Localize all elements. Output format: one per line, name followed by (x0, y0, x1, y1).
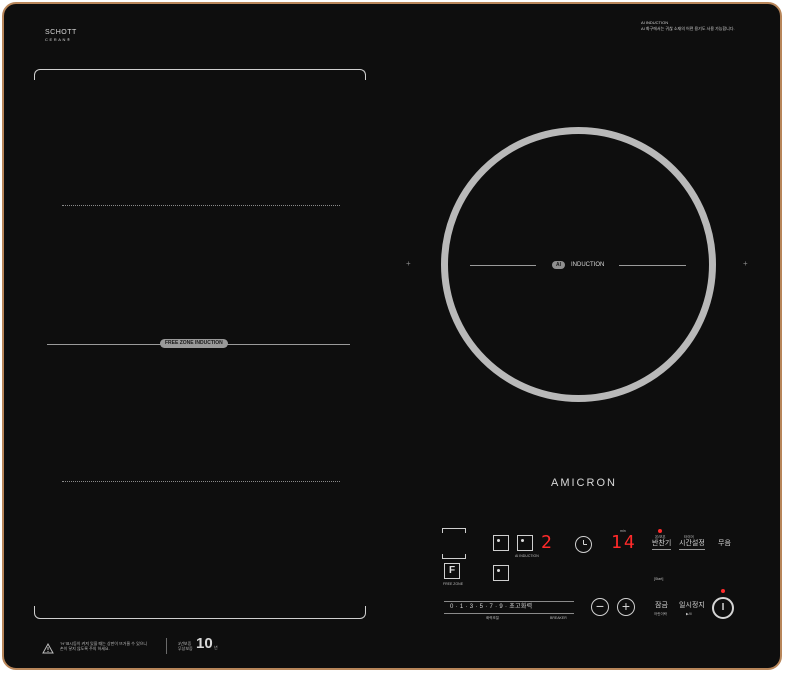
keep-warm-button[interactable]: 반찬기 (652, 540, 672, 550)
keep-warm-top-label: 온/보온 (655, 535, 666, 539)
power-scale[interactable]: 0 · 1 · 3 · 5 · 7 · 9 · 초고화력 (450, 604, 533, 611)
ai-zone-dot-1 (497, 539, 500, 542)
ai-note-body: AI 화구에서는 귀찮 소재의 어떤 용기도 사용 가능합니다. (641, 26, 735, 31)
ai-zone-line-right (619, 265, 686, 266)
free-zone-bottom-bracket (34, 606, 366, 619)
power-scale-top-line (444, 601, 574, 602)
brand-sub: CERAN® (45, 37, 72, 42)
start-caption: [Start] (654, 577, 664, 581)
warranty-number: 10 (196, 635, 213, 652)
free-zone-top-bracket (34, 69, 366, 80)
plus-button[interactable]: + (617, 598, 635, 616)
warning-line-2: 손이 닿지 않도록 주의 하세요. (60, 646, 110, 651)
warning-text: "H"표시등이 켜져 있을 때는 상판이 뜨거울 수 있으니 손이 닿지 않도록… (60, 641, 147, 651)
warranty-label: 3년보증 무상보증 (178, 641, 193, 651)
zone-select-button-3[interactable] (493, 565, 509, 581)
timer-set-button[interactable]: 시간설정 (679, 540, 705, 550)
timer-unit: min (620, 529, 626, 533)
power-scale-sub-right: BREAKER (550, 616, 567, 620)
ai-induction-note: AI INDUCTION AI 화구에서는 귀찮 소재의 어떤 용기도 사용 가… (641, 20, 771, 32)
free-zone-indicator-bottom (442, 554, 466, 559)
ai-badge: AI (552, 261, 565, 269)
keep-warm-indicator (658, 529, 662, 533)
warranty-sub: 무상보증 (178, 646, 193, 651)
ai-zone-label: INDUCTION (571, 262, 605, 268)
free-zone-label[interactable]: FREE ZONE INDUCTION (160, 339, 228, 348)
free-zone-lower-divider (62, 481, 340, 482)
free-zone-upper-divider (62, 205, 340, 206)
ai-zone-select-button-1[interactable] (493, 535, 509, 551)
minus-button[interactable]: − (591, 598, 609, 616)
free-zone-indicator-top (442, 528, 466, 533)
clock-icon[interactable] (575, 536, 592, 553)
free-zone-button[interactable]: F (444, 563, 460, 579)
power-button[interactable]: I (712, 597, 734, 619)
footer-divider (166, 638, 167, 654)
ai-zone-select-button-2[interactable] (517, 535, 533, 551)
timer-display: 14 (611, 532, 637, 553)
amicron-logo: AMICRON (551, 477, 617, 489)
power-indicator (721, 589, 725, 593)
ai-induction-caption: AI INDUCTION (515, 554, 539, 558)
free-zone-caption: FREE ZONE (443, 582, 464, 586)
power-scale-bottom-line (444, 613, 574, 614)
mute-button[interactable]: 무음 (718, 540, 731, 548)
warranty-unit: 년 (214, 645, 218, 650)
power-scale-sub-left: 화력조절 (486, 616, 499, 620)
ai-zone-line-left (470, 265, 536, 266)
timer-set-top-label: 타이머 (684, 535, 694, 539)
pause-sub-label: ▶/II (686, 612, 692, 616)
zone-dot-3 (497, 569, 500, 572)
ai-power-display: 2 (541, 532, 552, 553)
pause-button[interactable]: 일시정지 (679, 602, 705, 610)
plus-marker-left: + (406, 259, 411, 268)
plus-marker-right: + (743, 259, 748, 268)
brand-name: SCHOTT (45, 29, 77, 36)
schott-ceran-logo: SCHOTT CERAN® (45, 29, 77, 43)
warning-icon (42, 641, 54, 659)
lock-button[interactable]: 잠금 (655, 602, 668, 610)
ai-zone-dot-2 (521, 539, 524, 542)
lock-sub-label: 어린이락 (654, 612, 667, 616)
